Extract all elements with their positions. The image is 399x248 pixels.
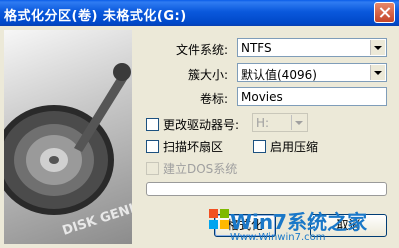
chevron-down-icon[interactable] <box>370 65 385 80</box>
watermark-title: Win7系统之家 <box>230 210 368 234</box>
scan-bad-sectors-label: 扫描坏扇区 <box>163 140 224 154</box>
close-button[interactable] <box>374 2 395 23</box>
windows-logo-icon <box>209 209 229 229</box>
create-dos-system-checkbox <box>146 162 159 175</box>
change-drive-letter-label: 更改驱动器号: <box>163 118 240 132</box>
title-bar: 格式化分区(卷) 未格式化(G:) <box>0 0 399 26</box>
chevron-down-icon <box>291 115 306 130</box>
change-drive-letter-checkbox[interactable] <box>146 118 159 131</box>
watermark-url: Www.Winwin7.com <box>230 232 326 243</box>
volume-label-input[interactable]: Movies <box>237 87 387 106</box>
chevron-down-icon[interactable] <box>370 40 385 55</box>
format-progress-bar <box>146 182 387 196</box>
disk-image: DISK GENIUS <box>4 30 132 244</box>
hard-disk-icon: DISK GENIUS <box>4 63 132 239</box>
cluster-size-value: 默认值(4096) <box>241 68 317 82</box>
enable-compression-checkbox[interactable] <box>253 140 266 153</box>
filesystem-select[interactable]: NTFS <box>237 38 387 57</box>
window-title: 格式化分区(卷) 未格式化(G:) <box>4 9 187 24</box>
cluster-size-select[interactable]: 默认值(4096) <box>237 63 387 82</box>
cluster-label: 簇大小: <box>188 68 229 82</box>
scan-bad-sectors-checkbox[interactable] <box>146 140 159 153</box>
volume-label-label: 卷标: <box>200 92 229 106</box>
enable-compression-label: 启用压缩 <box>270 140 319 154</box>
filesystem-label: 文件系统: <box>176 43 229 57</box>
watermark-overlay: Win7系统之家 Www.Winwin7.com <box>206 202 399 248</box>
create-dos-system-label: 建立DOS系统 <box>163 162 238 176</box>
filesystem-value: NTFS <box>241 41 272 55</box>
drive-letter-value: H: <box>256 116 270 130</box>
drive-letter-select[interactable]: H: <box>252 113 308 132</box>
